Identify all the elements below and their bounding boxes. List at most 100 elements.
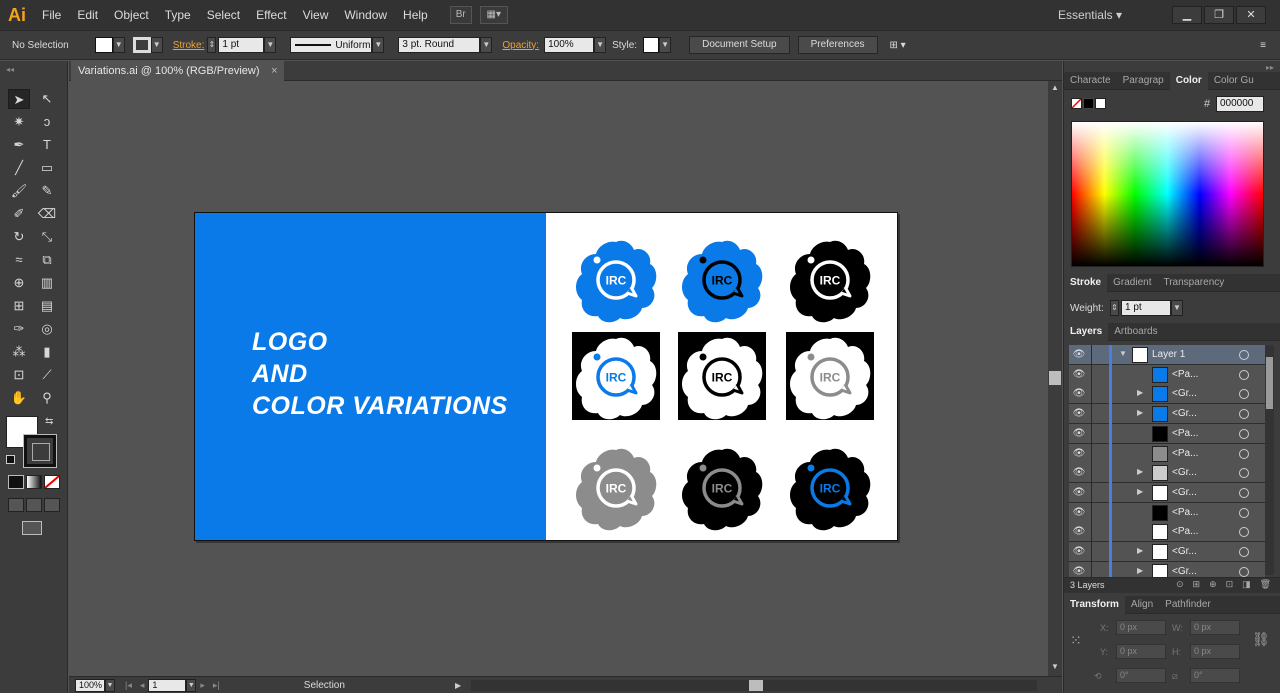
free-transform-tool-icon[interactable]: ⧉: [36, 250, 58, 270]
shear-field[interactable]: 0°: [1190, 668, 1240, 683]
h-field[interactable]: 0 px: [1190, 644, 1240, 659]
tab-character[interactable]: Characte: [1064, 72, 1117, 90]
artboard-number-field[interactable]: 1: [148, 678, 187, 692]
visibility-eye-icon[interactable]: 👁: [1071, 526, 1087, 538]
pen-tool-icon[interactable]: ✒: [8, 135, 30, 155]
menu-window[interactable]: Window: [336, 0, 395, 30]
zoom-tool-icon[interactable]: ⚲: [36, 388, 58, 408]
menu-file[interactable]: File: [34, 0, 69, 30]
swap-fill-stroke-icon[interactable]: ⇆: [45, 416, 53, 427]
selection-tool-icon[interactable]: ➤: [8, 89, 30, 109]
target-circle-icon[interactable]: [1239, 527, 1249, 538]
menu-object[interactable]: Object: [106, 0, 157, 30]
line-tool-icon[interactable]: ╱: [8, 158, 30, 178]
blend-tool-icon[interactable]: ◎: [36, 319, 58, 339]
horizontal-scroll-thumb[interactable]: [749, 680, 763, 691]
layer-sublayer-row[interactable]: 👁 <Pa...: [1069, 502, 1265, 523]
white-swatch[interactable]: [1095, 98, 1106, 109]
column-graph-tool-icon[interactable]: ▮: [36, 342, 58, 362]
target-circle-icon[interactable]: [1239, 428, 1249, 439]
draw-behind-icon[interactable]: [26, 498, 42, 512]
draw-inside-icon[interactable]: [44, 498, 60, 512]
black-swatch[interactable]: [1083, 98, 1094, 109]
layer-sublayer-row[interactable]: 👁 ▶ <Gr...: [1069, 404, 1265, 425]
weight-field[interactable]: 1 pt: [1121, 300, 1171, 316]
visibility-eye-icon[interactable]: 👁: [1071, 408, 1087, 420]
close-document-icon[interactable]: ×: [271, 61, 277, 81]
warp-tool-icon[interactable]: ≈: [8, 250, 30, 270]
logo-variation-7[interactable]: IRC: [572, 443, 660, 531]
x-field[interactable]: 0 px: [1116, 620, 1166, 635]
magic-wand-tool-icon[interactable]: ✷: [8, 112, 30, 132]
layer-row-layer-1[interactable]: 👁 ▼ Layer 1: [1069, 345, 1265, 365]
panel-menu-icon[interactable]: ≡: [1260, 40, 1266, 51]
menu-edit[interactable]: Edit: [69, 0, 106, 30]
tab-layers[interactable]: Layers: [1064, 323, 1109, 341]
direct-selection-tool-icon[interactable]: ↖: [36, 89, 58, 109]
close-window-button[interactable]: ✕: [1236, 6, 1266, 24]
brush-definition-field[interactable]: 3 pt. Round: [398, 37, 481, 53]
fill-dropdown-icon[interactable]: ▼: [112, 37, 125, 53]
scale-tool-icon[interactable]: ⤡: [36, 227, 58, 247]
zoom-dropdown-icon[interactable]: ▼: [105, 678, 115, 692]
visibility-eye-icon[interactable]: 👁: [1071, 507, 1087, 519]
w-field[interactable]: 0 px: [1190, 620, 1240, 635]
arrange-icon[interactable]: ⊞ ▾: [890, 40, 906, 51]
rotate-tool-icon[interactable]: ↻: [8, 227, 30, 247]
tab-align[interactable]: Align: [1125, 596, 1159, 614]
visibility-eye-icon[interactable]: 👁: [1071, 566, 1087, 578]
stroke-stepper-icon[interactable]: ⇕: [207, 37, 217, 53]
logo-variation-6[interactable]: IRC: [786, 332, 874, 420]
stroke-weight-field[interactable]: 1 pt: [218, 37, 265, 53]
hand-tool-icon[interactable]: ✋: [8, 388, 30, 408]
logo-variation-9[interactable]: IRC: [786, 443, 874, 531]
target-circle-icon[interactable]: [1239, 369, 1249, 380]
layer-sublayer-row[interactable]: 👁 ▶ <Gr...: [1069, 463, 1265, 484]
color-mode-icon[interactable]: [8, 475, 24, 489]
visibility-eye-icon[interactable]: 👁: [1071, 448, 1087, 460]
opacity-field[interactable]: 100%: [544, 37, 595, 53]
bridge-icon[interactable]: Br: [449, 6, 472, 24]
workspace-switcher[interactable]: Essentials ▾: [1058, 8, 1122, 22]
style-dropdown-icon[interactable]: ▼: [659, 37, 672, 53]
opacity-dropdown-icon[interactable]: ▼: [594, 37, 607, 53]
type-tool-icon[interactable]: T: [36, 135, 58, 155]
slice-tool-icon[interactable]: ⟋: [36, 365, 58, 385]
menu-effect[interactable]: Effect: [248, 0, 294, 30]
layer-sublayer-row[interactable]: 👁 ▶ <Gr...: [1069, 482, 1265, 503]
screen-mode-icon[interactable]: [22, 521, 42, 535]
constrain-proportions-icon[interactable]: ⛓: [1252, 631, 1270, 648]
vertical-scroll-thumb[interactable]: [1049, 371, 1061, 385]
gradient-mode-icon[interactable]: [26, 475, 42, 489]
stroke-dropdown-icon[interactable]: ▼: [150, 37, 163, 53]
lock-column[interactable]: [1091, 384, 1092, 405]
collapse-panel-icon[interactable]: ◂◂: [6, 65, 14, 74]
layer-sublayer-row[interactable]: 👁 ▶ <Gr...: [1069, 384, 1265, 405]
scroll-down-icon[interactable]: ▼: [1048, 662, 1062, 674]
layer-sublayer-row[interactable]: 👁 <Pa...: [1069, 522, 1265, 543]
draw-normal-icon[interactable]: [8, 498, 24, 512]
tab-color-guide[interactable]: Color Gu: [1208, 72, 1260, 90]
lock-column[interactable]: [1091, 364, 1092, 385]
last-artboard-icon[interactable]: ▸|: [213, 680, 220, 691]
blob-brush-tool-icon[interactable]: ✐: [8, 204, 30, 224]
visibility-eye-icon[interactable]: 👁: [1071, 369, 1087, 381]
none-mode-icon[interactable]: [44, 475, 60, 489]
expand-arrow-icon[interactable]: ▶: [1137, 388, 1143, 397]
tab-color[interactable]: Color: [1169, 72, 1208, 90]
variable-width-profile[interactable]: Uniform: [290, 37, 373, 53]
expand-arrow-icon[interactable]: ▶: [1137, 487, 1143, 496]
tab-transform[interactable]: Transform: [1064, 596, 1125, 614]
menu-help[interactable]: Help: [395, 0, 436, 30]
opacity-label[interactable]: Opacity:: [502, 40, 539, 51]
target-circle-icon[interactable]: [1239, 547, 1249, 557]
artboard-tool-icon[interactable]: ⊡: [8, 365, 30, 385]
fill-swatch[interactable]: [94, 37, 113, 53]
reference-point-icon[interactable]: ⁙: [1070, 631, 1088, 649]
tab-stroke[interactable]: Stroke: [1064, 274, 1108, 292]
menu-view[interactable]: View: [295, 0, 337, 30]
target-circle-icon[interactable]: [1239, 507, 1249, 518]
document-tab[interactable]: Variations.ai @ 100% (RGB/Preview) ×: [71, 61, 284, 81]
arrange-documents-icon[interactable]: ▦▾: [479, 6, 508, 24]
previous-artboard-icon[interactable]: ◂: [140, 680, 145, 691]
